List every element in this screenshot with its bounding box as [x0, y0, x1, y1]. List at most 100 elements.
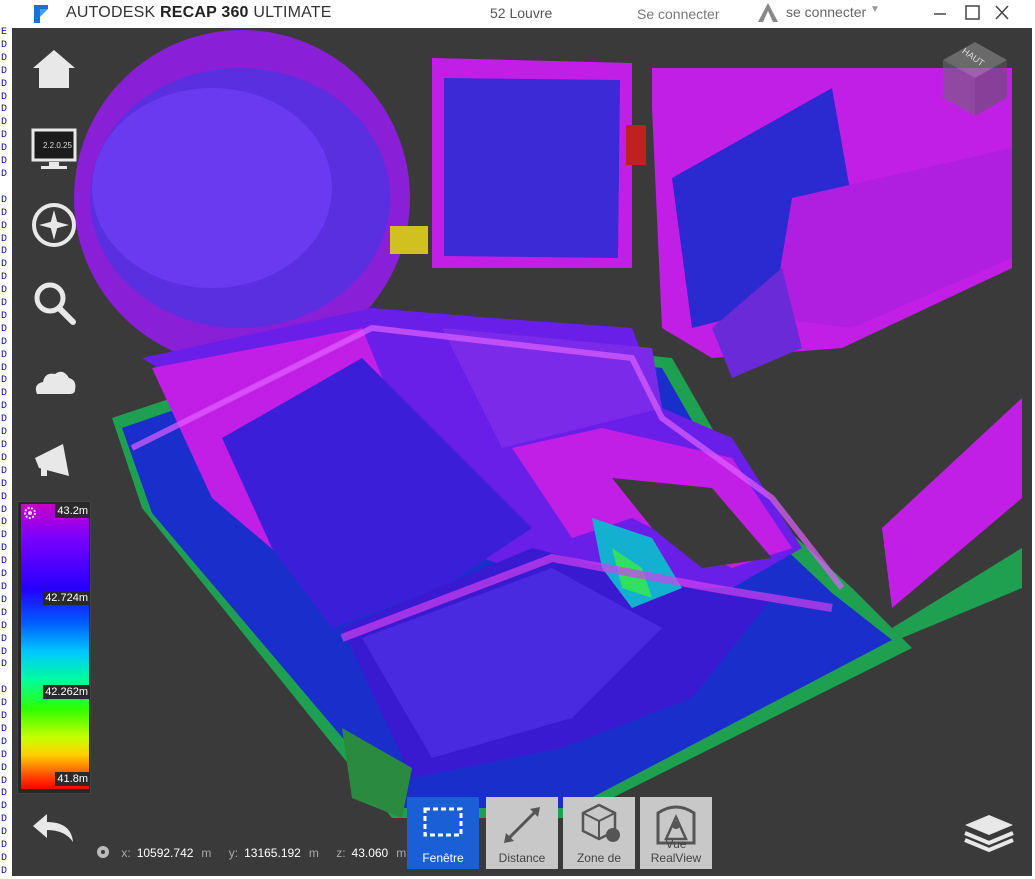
scale-max-label: 43.2m — [55, 504, 90, 518]
close-icon[interactable] — [990, 2, 1014, 24]
strip-letter: D — [1, 207, 8, 219]
strip-letter: D — [1, 776, 8, 800]
strip-letter: D — [1, 233, 8, 245]
strip-letter: D — [1, 52, 8, 64]
z-label: z: — [336, 846, 346, 860]
strip-letter: D — [1, 401, 8, 413]
distance-label: Distance — [498, 851, 546, 865]
title-bar: AUTODESK RECAP 360 ULTIMATE 52 Louvre Se… — [0, 0, 1035, 27]
home-icon[interactable] — [29, 44, 79, 94]
strip-letter: D — [1, 853, 8, 877]
strip-letter: D — [1, 117, 8, 129]
monitor-version-label: 2.2.0.25 — [43, 141, 72, 150]
megaphone-icon[interactable] — [29, 436, 79, 486]
strip-letter: D — [1, 272, 8, 284]
scale-lower-label: 42.262m — [43, 685, 90, 699]
strip-letter: D — [1, 607, 8, 619]
point-cloud-render[interactable] — [12, 28, 1032, 876]
strip-letter: D — [1, 594, 8, 606]
strip-letter: D — [1, 581, 8, 593]
strip-letter: D — [1, 414, 8, 426]
region-edit-icon — [581, 803, 620, 842]
account-sign-in-button[interactable]: se connecter — [786, 4, 866, 20]
distance-button[interactable]: Distance — [486, 797, 558, 869]
y-label: y: — [228, 846, 239, 860]
minimize-icon[interactable] — [928, 2, 952, 24]
strip-letter: D — [1, 569, 8, 581]
x-label: x: — [121, 846, 131, 860]
strip-letter — [0, 672, 12, 685]
strip-letter: D — [1, 620, 8, 632]
zoom-icon[interactable] — [29, 278, 79, 328]
chevron-down-icon[interactable]: ▼ — [870, 4, 880, 15]
undo-arrow-icon[interactable] — [29, 808, 79, 848]
window-select-icon — [423, 807, 463, 837]
strip-letter: D — [1, 504, 8, 516]
strip-letter: D — [1, 336, 8, 348]
background-window-strip: EDDDDDDDDDDD DDDDDDDDDDDDDDDDDDDDDDDDDDD… — [0, 27, 12, 879]
project-name: 52 Louvre — [490, 5, 553, 21]
strip-letter: D — [1, 750, 8, 774]
strip-letter: D — [1, 104, 8, 116]
realview-label: Vue RealView — [650, 837, 702, 865]
cloud-icon[interactable] — [29, 360, 79, 410]
strip-letter: D — [1, 65, 8, 77]
scale-min-label: 41.8m — [55, 772, 90, 786]
coordinate-readout: x: 10592.742 m y: 13165.192 m z: 43.060 m — [96, 845, 420, 860]
strip-letter: D — [1, 130, 8, 142]
maximize-icon[interactable] — [960, 2, 984, 24]
z-unit: m — [396, 846, 407, 860]
strip-letter: D — [1, 427, 8, 439]
strip-letter: D — [1, 246, 8, 258]
window-select-label: Fenêtre — [422, 851, 464, 865]
strip-letter: D — [1, 556, 8, 568]
strip-letter: D — [0, 866, 12, 879]
crosshair-icon — [97, 846, 109, 858]
y-value: 13165.192 — [244, 846, 301, 860]
gear-icon[interactable] — [23, 506, 37, 520]
layers-icon[interactable] — [963, 813, 1015, 853]
strip-letter: D — [1, 259, 8, 271]
navigation-compass-icon[interactable] — [29, 200, 79, 250]
strip-letter: D — [0, 840, 12, 853]
strip-letter: D — [1, 310, 8, 322]
sign-in-link[interactable]: Se connecter — [637, 6, 720, 22]
elevation-scale: 43.2m 42.724m 42.262m 41.8m — [17, 501, 91, 794]
strip-letter: D — [0, 801, 12, 814]
strip-letter: D — [1, 349, 8, 361]
strip-letter — [0, 182, 12, 195]
x-value: 10592.742 — [136, 846, 194, 860]
strip-letter: D — [0, 788, 12, 801]
window-select-button[interactable]: Fenêtre — [407, 797, 479, 869]
autodesk-a360-icon[interactable] — [757, 2, 779, 24]
strip-letter: D — [1, 39, 8, 51]
strip-letter: D — [1, 659, 8, 671]
strip-letter: D — [0, 827, 12, 840]
strip-letter: D — [1, 530, 8, 542]
monitor-icon[interactable]: 2.2.0.25 — [29, 124, 79, 174]
strip-letter: D — [1, 737, 8, 761]
strip-letter: D — [1, 156, 8, 168]
y-unit: m — [308, 846, 319, 860]
app-title: AUTODESK RECAP 360 ULTIMATE — [66, 4, 332, 21]
strip-letter: D — [1, 491, 8, 503]
strip-letter: D — [1, 298, 8, 310]
strip-letter: D — [1, 388, 8, 400]
region-button[interactable]: Zone de — [563, 797, 635, 869]
recap-logo-icon — [34, 5, 48, 23]
view-cube[interactable]: HAUT — [937, 38, 1013, 120]
strip-letter: D — [1, 633, 8, 645]
point-cloud-viewport[interactable]: 2.2.0.25 43.2m 42.724m 42.262m 41.8m x: … — [12, 28, 1032, 876]
distance-measure-icon — [504, 807, 540, 843]
strip-letter: D — [1, 362, 8, 374]
strip-letter: D — [1, 375, 8, 387]
view-cube-icon — [943, 42, 1007, 116]
strip-letter: D — [1, 517, 8, 529]
x-unit: m — [201, 846, 212, 860]
strip-letter: D — [1, 646, 8, 658]
realview-button[interactable]: Vue RealView — [640, 797, 712, 869]
strip-letter: D — [1, 285, 8, 297]
strip-letter: D — [1, 478, 8, 490]
strip-letter: D — [0, 698, 12, 711]
strip-letter: D — [1, 543, 8, 555]
